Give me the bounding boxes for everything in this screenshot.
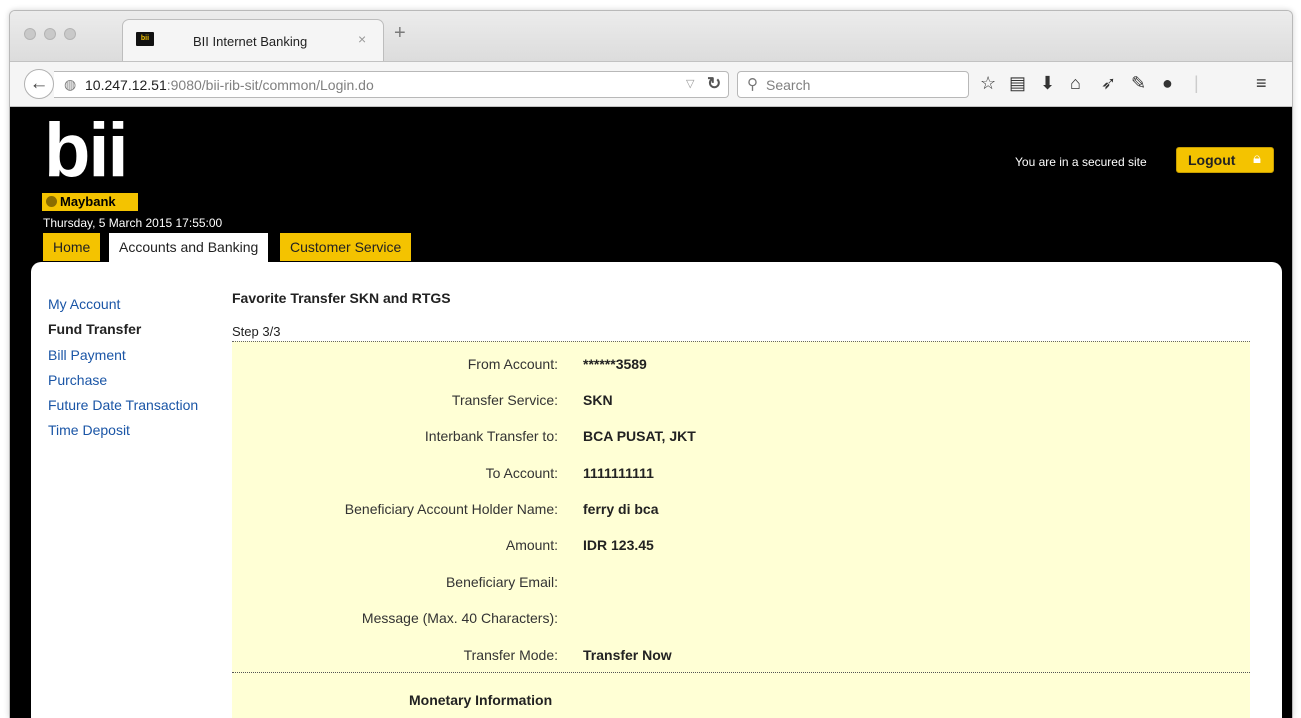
bii-logo: bii — [44, 108, 129, 193]
message-label: Message (Max. 40 Characters): — [361, 610, 558, 626]
logout-button[interactable]: Logout 🔒︎ — [1176, 147, 1274, 173]
page-title: Favorite Transfer SKN and RTGS — [232, 290, 451, 306]
close-tab-icon[interactable]: × — [358, 31, 366, 47]
url-text[interactable]: 10.247.12.51:9080/bii-rib-sit/common/Log… — [85, 77, 374, 93]
banking-page: bii Maybank Thursday, 5 March 2015 17:55… — [10, 107, 1292, 718]
transfer-mode-value: Transfer Now — [583, 647, 672, 663]
to-account-label: To Account: — [485, 465, 558, 481]
search-placeholder: Search — [766, 77, 811, 93]
sidebar-item-my-account[interactable]: My Account — [48, 296, 120, 312]
download-icon[interactable]: ⬇ — [1040, 72, 1055, 94]
search-bar[interactable]: ⚲ Search — [737, 71, 969, 98]
tab-customer-service[interactable]: Customer Service — [279, 232, 413, 262]
sidebar-item-purchase[interactable]: Purchase — [48, 372, 107, 388]
new-tab-icon[interactable]: + — [394, 23, 406, 43]
menu-icon[interactable]: ≡ — [1256, 72, 1267, 94]
history-dropdown-icon[interactable]: ▽ — [686, 77, 694, 90]
current-datetime: Thursday, 5 March 2015 17:55:00 — [43, 216, 223, 230]
chat-icon[interactable]: ● — [1162, 72, 1173, 94]
logout-label: Logout — [1188, 152, 1236, 168]
star-icon[interactable]: ☆ — [980, 72, 996, 94]
close-window-button[interactable] — [24, 28, 36, 40]
secured-site-text: You are in a secured site — [1015, 155, 1147, 169]
toolbar-divider: | — [1194, 73, 1199, 93]
from-account-label: From Account: — [467, 356, 558, 372]
sidebar-item-bill-payment[interactable]: Bill Payment — [48, 347, 126, 363]
maybank-logo: Maybank — [42, 193, 138, 211]
monetary-information-heading: Monetary Information — [409, 692, 553, 708]
transfer-service-value: SKN — [583, 392, 613, 408]
browser-window: bii BII Internet Banking × + ← ◍ 10.247.… — [9, 10, 1293, 718]
beneficiary-name-value: ferry di bca — [583, 501, 659, 517]
favicon-icon: bii — [136, 32, 154, 46]
address-bar[interactable]: ◍ 10.247.12.51:9080/bii-rib-sit/common/L… — [54, 71, 729, 98]
tab-home[interactable]: Home — [42, 232, 102, 262]
interbank-transfer-label: Interbank Transfer to: — [424, 428, 558, 444]
tab-strip: bii BII Internet Banking × + — [10, 11, 1292, 61]
confirmation-panel: From Account: ******3589 Transfer Servic… — [232, 341, 1250, 718]
maybank-tiger-icon — [46, 196, 57, 207]
beneficiary-name-label: Beneficiary Account Holder Name: — [344, 501, 558, 517]
lock-icon: 🔒︎ — [1253, 150, 1261, 167]
interbank-transfer-value: BCA PUSAT, JKT — [583, 428, 696, 444]
send-icon[interactable]: ➶ — [1101, 72, 1116, 94]
search-icon: ⚲ — [747, 76, 758, 93]
reload-icon[interactable]: ↻ — [707, 74, 721, 94]
home-icon[interactable]: ⌂ — [1070, 72, 1081, 94]
globe-icon: ◍ — [64, 76, 77, 92]
transfer-mode-label: Transfer Mode: — [463, 647, 558, 663]
amount-label: Amount: — [505, 537, 558, 553]
sidebar-item-time-deposit[interactable]: Time Deposit — [48, 422, 130, 438]
note-icon[interactable]: ✎ — [1131, 72, 1146, 94]
sidebar-item-future-date-transaction[interactable]: Future Date Transaction — [48, 397, 198, 413]
tab-title: BII Internet Banking — [193, 34, 308, 49]
sidebar-item-fund-transfer[interactable]: Fund Transfer — [48, 321, 141, 337]
from-account-value: ******3589 — [583, 356, 647, 372]
reader-icon[interactable]: ▤ — [1009, 72, 1026, 94]
url-path: :9080/bii-rib-sit/common/Login.do — [166, 77, 374, 93]
browser-tab[interactable]: bii BII Internet Banking × — [122, 19, 384, 61]
content-area: My Account Fund Transfer Bill Payment Pu… — [31, 262, 1282, 718]
tab-accounts-and-banking[interactable]: Accounts and Banking — [108, 232, 270, 263]
url-host: 10.247.12.51 — [85, 77, 167, 93]
maybank-label: Maybank — [60, 194, 116, 209]
beneficiary-email-label: Beneficiary Email: — [445, 574, 558, 590]
section-divider — [232, 672, 1250, 673]
back-arrow-icon[interactable]: ← — [24, 69, 54, 99]
amount-value: IDR 123.45 — [583, 537, 654, 553]
transfer-service-label: Transfer Service: — [451, 392, 558, 408]
zoom-window-button[interactable] — [64, 28, 76, 40]
navigation-toolbar: ← ◍ 10.247.12.51:9080/bii-rib-sit/common… — [10, 61, 1292, 107]
minimize-window-button[interactable] — [44, 28, 56, 40]
step-indicator: Step 3/3 — [232, 324, 281, 339]
to-account-value: 1111111111 — [583, 465, 654, 481]
